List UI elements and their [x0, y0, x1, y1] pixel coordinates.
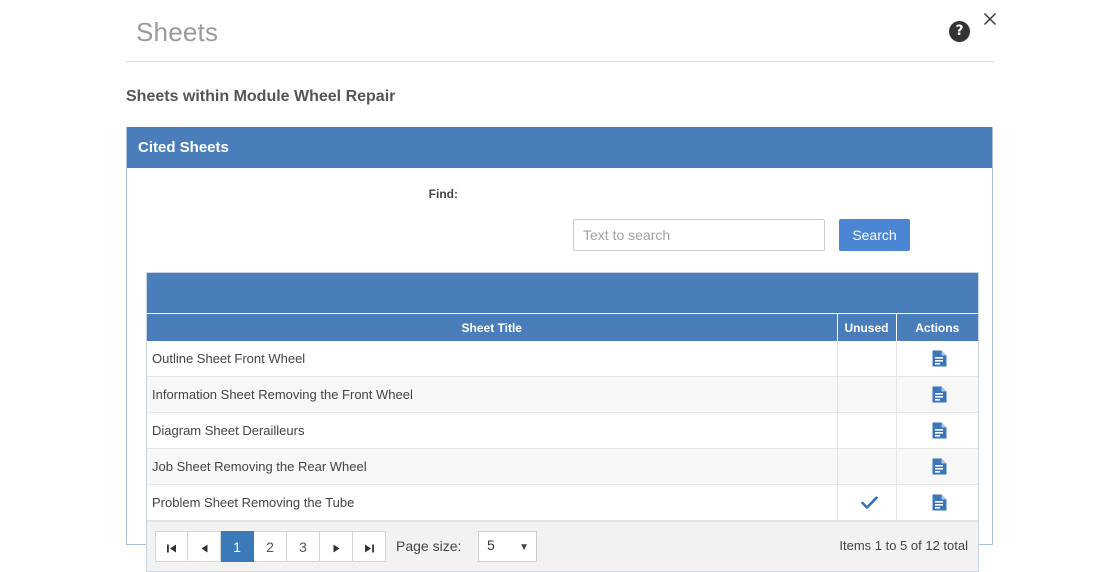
search-row: Find: — [127, 168, 992, 222]
pager-buttons: 1 2 3 — [155, 531, 386, 562]
table-row[interactable]: Job Sheet Removing the Rear Wheel — [147, 448, 978, 485]
pager: 1 2 3 Page size: 5 ▼ Items 1 to 5 of 12 … — [147, 521, 978, 571]
pager-last-button[interactable] — [353, 531, 386, 562]
items-total-label: Items 1 to 5 of 12 total — [839, 538, 968, 553]
cell-unused — [837, 341, 897, 377]
pager-page-2[interactable]: 2 — [254, 531, 287, 562]
document-icon[interactable] — [932, 458, 947, 475]
window-top-bar: Sheets ? — [0, 0, 1120, 62]
cell-unused — [837, 484, 897, 521]
page-title: Sheets — [136, 17, 219, 47]
cell-unused — [837, 376, 897, 413]
close-icon[interactable] — [981, 10, 999, 28]
pager-page-1[interactable]: 1 — [221, 531, 254, 562]
cell-actions — [896, 448, 978, 485]
document-icon[interactable] — [932, 386, 947, 403]
page-size-label: Page size: — [396, 538, 462, 554]
grid-toolbar — [147, 273, 978, 314]
search-button[interactable]: Search — [839, 219, 910, 251]
page-subtitle: Sheets within Module Wheel Repair — [126, 88, 396, 105]
table-row[interactable]: Information Sheet Removing the Front Whe… — [147, 376, 978, 413]
pager-page-3[interactable]: 3 — [287, 531, 320, 562]
sheets-grid: Sheet Title Unused Actions Outline Sheet… — [146, 272, 979, 572]
find-label: Find: — [428, 187, 458, 201]
pager-first-button[interactable] — [155, 531, 188, 562]
cell-sheet-title: Outline Sheet Front Wheel — [147, 341, 838, 377]
cell-actions — [896, 376, 978, 413]
panel-body: Find: Search Sheet Title Unused Actions — [127, 168, 992, 572]
document-icon[interactable] — [932, 350, 947, 367]
cell-sheet-title: Problem Sheet Removing the Tube — [147, 484, 838, 521]
column-header-unused[interactable]: Unused — [837, 314, 897, 341]
page-size-select[interactable]: 5 ▼ — [478, 531, 537, 562]
page-size-value: 5 — [487, 537, 495, 553]
pager-next-button[interactable] — [320, 531, 353, 562]
cell-sheet-title: Diagram Sheet Derailleurs — [147, 412, 838, 449]
column-header-actions: Actions — [896, 314, 978, 341]
column-header-sheet-title[interactable]: Sheet Title — [147, 314, 838, 341]
document-icon[interactable] — [932, 494, 947, 511]
document-icon[interactable] — [932, 422, 947, 439]
help-circle-icon[interactable]: ? — [949, 21, 970, 42]
cell-sheet-title: Information Sheet Removing the Front Whe… — [147, 376, 838, 413]
table-row[interactable]: Diagram Sheet Derailleurs — [147, 412, 978, 449]
table-row[interactable]: Problem Sheet Removing the Tube — [147, 484, 978, 521]
pager-prev-button[interactable] — [188, 531, 221, 562]
check-icon — [860, 496, 878, 510]
cell-actions — [896, 412, 978, 449]
chevron-down-icon: ▼ — [519, 542, 529, 553]
table-row[interactable]: Outline Sheet Front Wheel — [147, 341, 978, 377]
cell-unused — [837, 412, 897, 449]
cited-sheets-panel: Cited Sheets Find: Search Sheet Title Un… — [126, 127, 993, 572]
cell-actions — [896, 341, 978, 377]
table-header-row: Sheet Title Unused Actions — [147, 314, 978, 341]
cell-actions — [896, 484, 978, 521]
search-input[interactable] — [573, 219, 825, 251]
sheets-table: Sheet Title Unused Actions Outline Sheet… — [147, 314, 978, 521]
header-divider — [126, 61, 994, 62]
panel-header: Cited Sheets — [127, 127, 992, 168]
cell-unused — [837, 448, 897, 485]
cell-sheet-title: Job Sheet Removing the Rear Wheel — [147, 448, 838, 485]
